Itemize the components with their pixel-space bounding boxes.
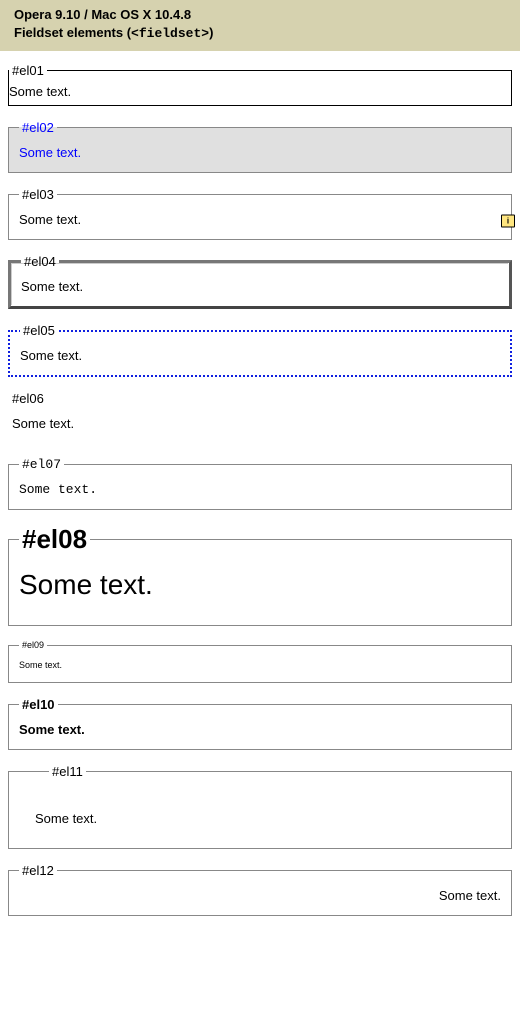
fieldset-el05: #el05 Some text. (8, 323, 512, 377)
legend-el07: #el07 (19, 457, 64, 472)
legend-el05: #el05 (20, 323, 58, 338)
body-el08: Some text. (19, 561, 501, 615)
legend-el10: #el10 (19, 697, 58, 712)
body-el10: Some text. (19, 718, 501, 739)
fieldset-el06: #el06 Some text. (8, 391, 512, 443)
legend-el02: #el02 (19, 120, 57, 135)
fieldset-el04: #el04 Some text. (8, 254, 512, 309)
legend-el08: #el08 (19, 524, 90, 555)
fieldset-el09: #el09 Some text. (8, 640, 512, 683)
body-el12: Some text. (19, 884, 501, 905)
title-tag: <fieldset> (131, 26, 209, 41)
header-line-browser: Opera 9.10 / Mac OS X 10.4.8 (14, 6, 506, 24)
body-el01: Some text. (9, 80, 511, 101)
fieldset-el11: #el11 Some text. (8, 764, 512, 849)
fieldset-el01: #el01 Some text. (8, 63, 512, 106)
body-el03: Some text. (19, 208, 501, 229)
title-prefix: Fieldset elements ( (14, 25, 131, 40)
fieldset-el12: #el12 Some text. (8, 863, 512, 916)
body-el11: Some text. (35, 785, 501, 828)
legend-el06: #el06 (12, 391, 44, 406)
body-el05: Some text. (20, 344, 500, 365)
info-badge-icon: i (501, 214, 515, 227)
legend-el03: #el03 (19, 187, 57, 202)
legend-el09: #el09 (19, 640, 47, 650)
body-el06: Some text. (12, 412, 502, 433)
legend-el11: #el11 (49, 764, 86, 779)
fieldset-el08: #el08 Some text. (8, 524, 512, 626)
fieldset-el03: #el03 Some text. i (8, 187, 512, 240)
examples-container: #el01 Some text. #el02 Some text. #el03 … (0, 51, 520, 950)
title-suffix: ) (209, 25, 213, 40)
fieldset-el02: #el02 Some text. (8, 120, 512, 173)
body-el02: Some text. (19, 141, 501, 162)
body-el04: Some text. (21, 275, 499, 296)
page-header: Opera 9.10 / Mac OS X 10.4.8 Fieldset el… (0, 0, 520, 51)
body-el09: Some text. (19, 656, 501, 672)
legend-el12: #el12 (19, 863, 57, 878)
legend-el01: #el01 (9, 63, 47, 78)
body-el07: Some text. (19, 478, 501, 499)
header-line-title: Fieldset elements (<fieldset>) (14, 24, 506, 43)
fieldset-el10: #el10 Some text. (8, 697, 512, 750)
fieldset-el07: #el07 Some text. (8, 457, 512, 510)
legend-el04: #el04 (21, 254, 59, 269)
